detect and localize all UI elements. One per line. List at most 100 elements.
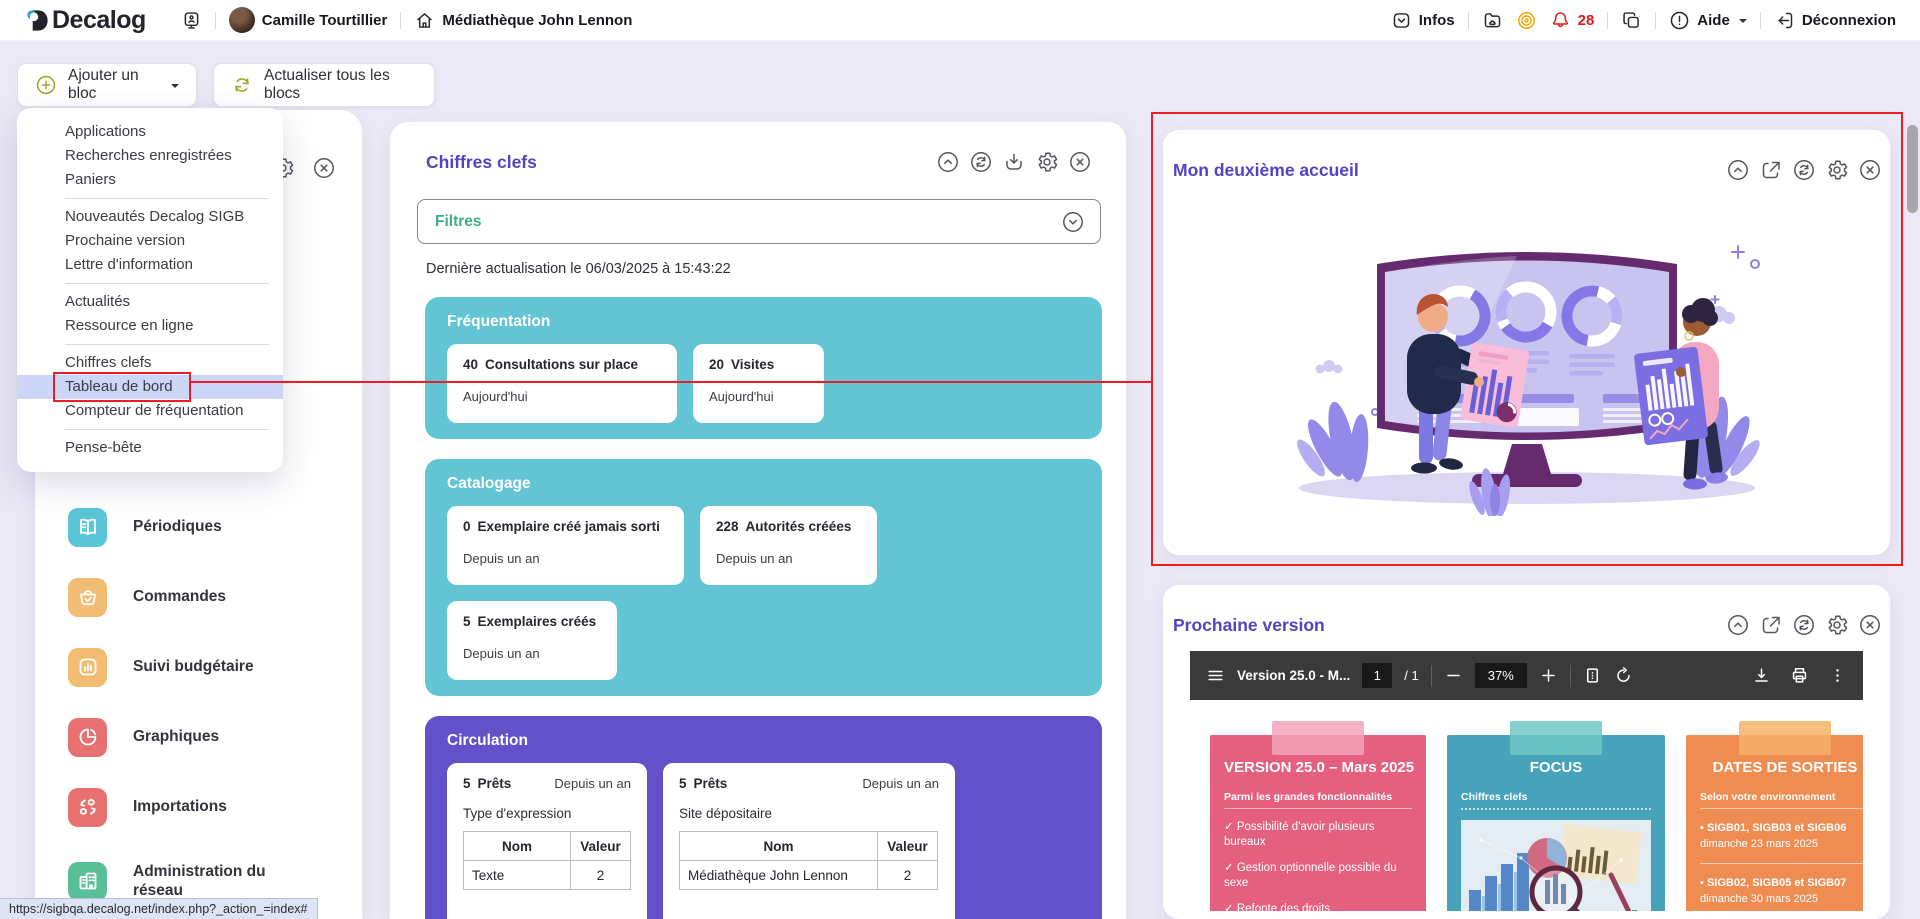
header-divider [1607,12,1608,29]
collapse-icon[interactable] [936,150,960,174]
sidebar-item-suivi-budgetaire[interactable]: Suivi budgétaire [68,632,348,702]
gear-icon[interactable] [1825,613,1849,637]
menu-icon[interactable] [1206,666,1225,685]
sidebar-item-graphiques[interactable]: Graphiques [68,702,348,772]
menu-item-actualites[interactable]: Actualités [17,290,283,314]
slide-item: Possibilité d'avoir plusieurs bureaux [1224,820,1412,850]
block-actions [1726,613,1882,637]
stat-period: Depuis un an [554,776,631,791]
close-icon[interactable] [1858,613,1882,637]
menu-item-ressource-en-ligne[interactable]: Ressource en ligne [17,314,283,338]
logo-mark-icon [24,7,51,34]
infos-button[interactable]: Infos [1391,10,1455,31]
release-environments: SIGB01, SIGB03 et SIGB06 [1700,821,1863,837]
logout-button[interactable]: Déconnexion [1774,10,1896,31]
refresh-icon[interactable] [1792,158,1816,182]
menu-item-lettre-d-information[interactable]: Lettre d'information [17,253,283,277]
panel-title: Circulation [447,732,1080,750]
avatar [229,7,255,33]
broadcast-icon[interactable] [1516,10,1537,31]
download-icon[interactable] [1002,150,1026,174]
notifications-button[interactable]: 28 [1550,10,1595,31]
workspace-icon[interactable] [181,10,202,31]
menu-item-recherches-enregistrees[interactable]: Recherches enregistrées [17,144,283,168]
open-external-icon[interactable] [1759,158,1783,182]
menu-item-pense-bete[interactable]: Pense-bête [17,436,283,460]
column-header: Nom [680,832,878,861]
circulation-table: Nom Valeur Médiathèque John Lennon 2 [679,831,938,890]
stat-cards: 40Consultations sur place Aujourd'hui 20… [447,344,1080,423]
sidebar-item-label: Graphiques [133,727,219,746]
page-separator: / [1404,668,1408,683]
menu-item-compteur-de-frequentation[interactable]: Compteur de fréquentation [17,399,283,423]
fit-page-icon[interactable] [1583,666,1602,685]
slide-item: Refonte des droits d'administration et d… [1224,902,1412,911]
menu-item-paniers[interactable]: Paniers [17,168,283,192]
sidebar-item-label: Commandes [133,587,226,606]
stat-period: Aujourd'hui [709,389,808,404]
slide-tab [1739,721,1831,755]
header-divider [1468,12,1469,29]
stat-label: Exemplaire créé jamais sorti [478,519,660,534]
folder-icon[interactable] [1482,10,1503,31]
copy-icon[interactable] [1621,10,1642,31]
download-icon[interactable] [1752,666,1771,685]
refresh-all-blocks-button[interactable]: Actualiser tous les blocs [213,63,435,107]
site-selector[interactable]: Médiathèque John Lennon [414,10,632,31]
menu-item-tableau-de-bord[interactable]: Tableau de bord [17,375,283,399]
cell-name: Texte [464,861,571,890]
decalog-logo[interactable]: Decalog [24,6,146,35]
user-menu[interactable]: Camille Tourtillier [229,7,388,33]
print-icon[interactable] [1790,666,1809,685]
menu-item-nouveautes-decalog-sigb[interactable]: Nouveautés Decalog SIGB [17,205,283,229]
gear-icon[interactable] [1035,150,1059,174]
page-number-input[interactable]: 1 [1362,663,1392,688]
mon-deuxieme-accueil-block: Mon deuxième accueil [1163,130,1890,555]
zoom-level[interactable]: 37% [1475,663,1527,688]
refresh-icon[interactable] [1792,613,1816,637]
menu-item-prochaine-version[interactable]: Prochaine version [17,229,283,253]
import-icon [68,788,107,827]
help-menu[interactable]: Aide [1669,10,1747,31]
add-block-label: Ajouter un bloc [68,67,158,103]
add-block-menu: Applications Recherches enregistrées Pan… [17,108,283,472]
dimension-label: Type d'expression [463,806,631,821]
sidebar-item-importations[interactable]: Importations [68,772,348,842]
close-icon[interactable] [1068,150,1092,174]
add-block-button[interactable]: Ajouter un bloc [17,63,197,107]
release-environments: SIGB02, SIGB05 et SIGB07 [1700,876,1863,892]
refresh-icon[interactable] [969,150,993,174]
catalogage-panel: Catalogage 0Exemplaire créé jamais sorti… [425,459,1102,696]
table-card: 5Prêts Depuis un an Type d'expression No… [447,763,647,919]
toolbar-divider [1431,665,1432,687]
close-icon[interactable] [1858,158,1882,182]
zoom-in-icon[interactable] [1539,666,1558,685]
stat-card: 228Autorités créées Depuis un an [700,506,877,585]
table-cards: 5Prêts Depuis un an Type d'expression No… [447,763,1080,919]
slide-subtitle: Chiffres clefs [1461,791,1651,810]
collapse-icon[interactable] [1726,158,1750,182]
more-icon[interactable] [1828,666,1847,685]
open-external-icon[interactable] [1759,613,1783,637]
sidebar-item-commandes[interactable]: Commandes [68,562,348,632]
scrollbar-thumb[interactable] [1907,125,1918,213]
collapse-icon[interactable] [1726,613,1750,637]
sidebar-item-label: Administration du réseau [133,862,303,901]
frequentation-panel: Fréquentation 40Consultations sur place … [425,297,1102,439]
rotate-icon[interactable] [1614,666,1633,685]
release-date: dimanche 30 mars 2025 [1700,892,1863,908]
stat-period: Depuis un an [463,551,668,566]
cell-name: Médiathèque John Lennon [680,861,878,890]
close-icon[interactable] [312,156,336,180]
block-title: Mon deuxième accueil [1173,160,1359,181]
zoom-out-icon[interactable] [1444,666,1463,685]
logout-icon [1774,10,1795,31]
pdf-toolbar: Version 25.0 - M... 1 / 1 37% [1190,651,1863,700]
menu-item-applications[interactable]: Applications [17,120,283,144]
filters-accordion[interactable]: Filtres [417,199,1101,244]
plus-circle-icon [35,74,57,96]
sidebar-item-periodiques[interactable]: Périodiques [68,492,348,562]
column-header: Valeur [571,832,631,861]
gear-icon[interactable] [1825,158,1849,182]
menu-item-chiffres-clefs[interactable]: Chiffres clefs [17,351,283,375]
